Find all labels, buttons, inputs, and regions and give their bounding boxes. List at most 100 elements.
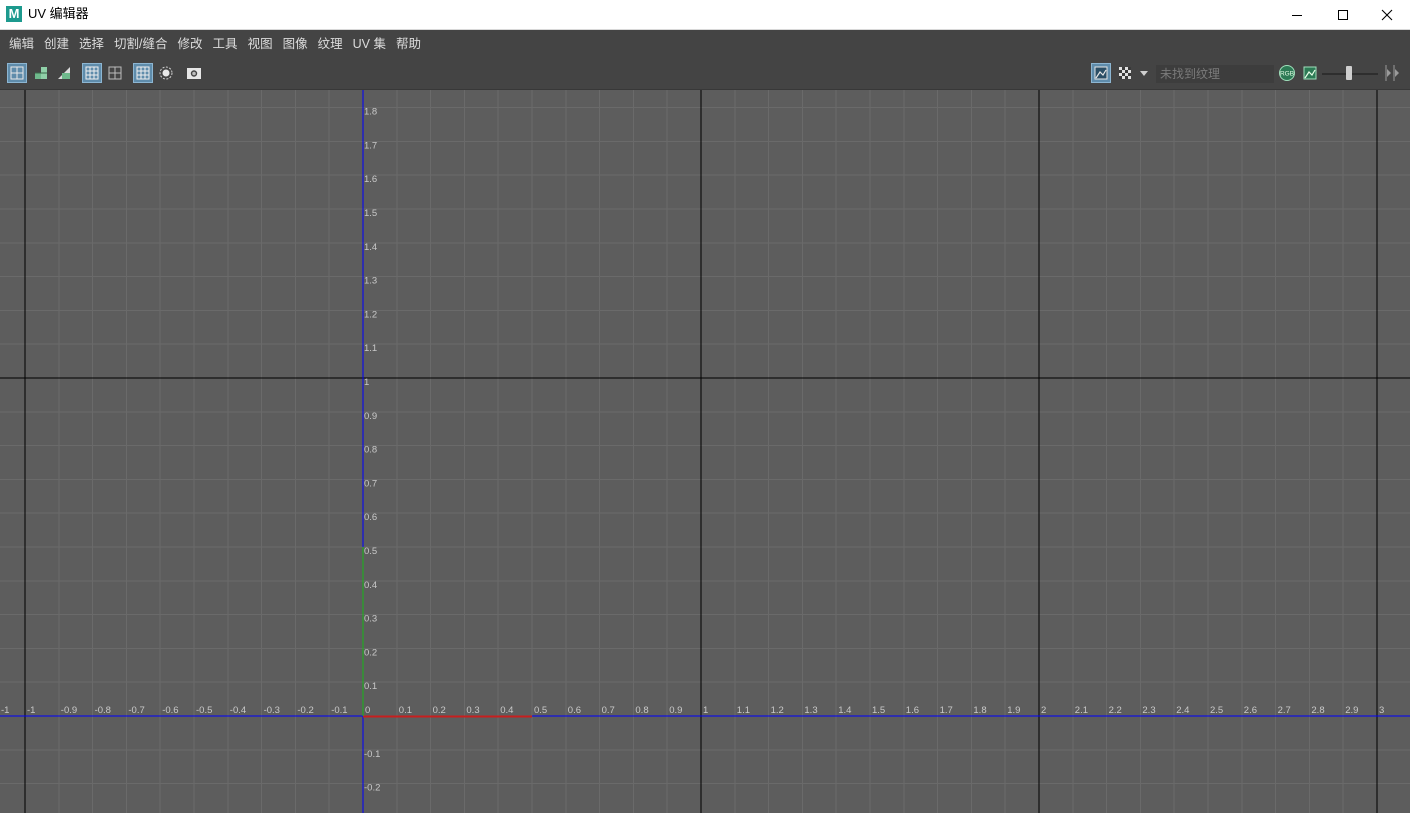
close-icon: [1381, 9, 1393, 20]
u-tick-label: -0.7: [128, 705, 144, 716]
checker-tile-icon: [1119, 67, 1131, 79]
menu-uv-sets[interactable]: UV 集: [348, 30, 391, 58]
u-tick-label: 2.8: [1311, 705, 1324, 716]
grid-view-button[interactable]: [82, 63, 102, 83]
u-tick-label: 0.2: [433, 705, 446, 716]
v-tick-label: 0.7: [364, 478, 377, 489]
menu-edit[interactable]: 编辑: [4, 30, 39, 58]
uv-editor-window: M UV 编辑器 编辑 创建 选择 切割/缝合 修改 工具 视图 图像 纹理 U…: [0, 0, 1410, 813]
uv-grid-canvas[interactable]: -1 -0.9 -0.8 -0.7 -0.6 -0.5 -0.4 -0.3 -0.2 -0.1 0 0…: [0, 90, 1410, 813]
maya-app-icon: M: [6, 6, 22, 22]
v-tick-label: 0.2: [364, 647, 377, 658]
texture-dropdown-button[interactable]: [1137, 63, 1151, 83]
u-tick-label: 0: [365, 705, 370, 716]
uv-shell-down-button[interactable]: [54, 63, 74, 83]
u-tick-label: 0.8: [635, 705, 648, 716]
u-tick-label: 0.9: [669, 705, 682, 716]
u-tick-label: 0.6: [568, 705, 581, 716]
u-tick-label: 1.2: [771, 705, 784, 716]
u-tick-label: 1.5: [872, 705, 885, 716]
u-tick-label: 2.3: [1142, 705, 1155, 716]
u-tick-label: 0.3: [466, 705, 479, 716]
uv-shell-select-icon: [10, 66, 24, 80]
u-tick-label: 2.2: [1109, 705, 1122, 716]
u-tick-label: 2.4: [1176, 705, 1189, 716]
menu-tools[interactable]: 工具: [208, 30, 243, 58]
v-tick-label: 1.1: [364, 343, 377, 354]
v-tick-label: 0.8: [364, 445, 377, 456]
snapshot-camera-icon: [187, 68, 201, 79]
u-tick-label: -1: [27, 705, 35, 716]
uv-shell-select-button[interactable]: [7, 63, 27, 83]
display-image-button[interactable]: [1091, 63, 1111, 83]
u-tick-label: 1: [703, 705, 708, 716]
title-bar: M UV 编辑器: [0, 0, 1410, 30]
u-tick-label: 3: [1379, 705, 1384, 716]
grid-view-icon: [85, 66, 99, 80]
v-tick-label: -0.1: [364, 749, 380, 760]
u-tick-label: 2.1: [1075, 705, 1088, 716]
u-tick-label: -0.6: [162, 705, 178, 716]
checker-tile-button[interactable]: [1115, 63, 1135, 83]
u-tick-label: -0.9: [61, 705, 77, 716]
v-tick-label: 1.7: [364, 140, 377, 151]
menu-view[interactable]: 视图: [243, 30, 278, 58]
radial-select-button[interactable]: [156, 63, 176, 83]
v-tick-label: 0.9: [364, 411, 377, 422]
v-tick-label: 1: [364, 377, 369, 388]
pixel-snap-button[interactable]: [133, 63, 153, 83]
minimize-button[interactable]: [1274, 0, 1320, 29]
panel-expand-button[interactable]: [1382, 63, 1400, 83]
texture-name-field[interactable]: 未找到纹理: [1156, 65, 1274, 83]
exposure-slider-handle[interactable]: [1346, 66, 1352, 80]
u-tick-label: 2.5: [1210, 705, 1223, 716]
grid-toggle-button[interactable]: [105, 63, 125, 83]
u-tick-label: 1.1: [737, 705, 750, 716]
u-tick-label: 0.1: [399, 705, 412, 716]
u-tick-label: 1.3: [804, 705, 817, 716]
u-tick-label: -0.5: [196, 705, 212, 716]
maximize-button[interactable]: [1320, 0, 1366, 29]
uv-shell-up-button[interactable]: [31, 63, 51, 83]
menu-select[interactable]: 选择: [74, 30, 109, 58]
menu-cut-sew[interactable]: 切割/缝合: [109, 30, 172, 58]
v-tick-label: 1.2: [364, 309, 377, 320]
u-tick-label: 2.9: [1345, 705, 1358, 716]
u-tick-label: -0.1: [331, 705, 347, 716]
v-tick-label: 0.6: [364, 512, 377, 523]
v-tick-label: 1.8: [364, 107, 377, 118]
display-image-icon: [1094, 66, 1108, 80]
menu-bar: 编辑 创建 选择 切割/缝合 修改 工具 视图 图像 纹理 UV 集 帮助: [0, 30, 1410, 58]
snapshot-button[interactable]: [184, 63, 204, 83]
v-tick-label: 1.4: [364, 242, 377, 253]
v-tick-label: 1.6: [364, 174, 377, 185]
u-tick-label: 0.4: [500, 705, 513, 716]
close-button[interactable]: [1364, 0, 1410, 29]
grid-toggle-icon: [108, 66, 122, 80]
v-tick-label: 0.4: [364, 580, 377, 591]
menu-modify[interactable]: 修改: [173, 30, 208, 58]
rgb-channels-icon: RGB: [1279, 65, 1295, 81]
menu-create[interactable]: 创建: [39, 30, 74, 58]
u-tick-label: -0.3: [264, 705, 280, 716]
u-tick-label: 0.7: [602, 705, 615, 716]
image-exposure-icon: [1303, 66, 1317, 80]
menu-help[interactable]: 帮助: [391, 30, 426, 58]
v-tick-label: 0.3: [364, 614, 377, 625]
u-tick-label: 1.4: [838, 705, 851, 716]
radial-select-icon: [159, 66, 173, 80]
uv-viewport[interactable]: -1 -0.9 -0.8 -0.7 -0.6 -0.5 -0.4 -0.3 -0.2 -0.1 0 0…: [0, 90, 1410, 813]
u-tick-label: 2.7: [1278, 705, 1291, 716]
u-tick-label: -1: [1, 705, 9, 716]
v-tick-label: 0.1: [364, 681, 377, 692]
maximize-icon: [1338, 9, 1348, 20]
menu-textures[interactable]: 纹理: [313, 30, 348, 58]
rgb-channels-button[interactable]: RGB: [1277, 63, 1297, 83]
v-tick-label: -0.2: [364, 783, 380, 794]
pixel-snap-icon: [136, 66, 150, 80]
rgb-label: RGB: [1280, 71, 1294, 78]
u-tick-label: -0.2: [297, 705, 313, 716]
u-tick-label: -0.8: [95, 705, 111, 716]
menu-image[interactable]: 图像: [278, 30, 313, 58]
image-exposure-button[interactable]: [1300, 63, 1320, 83]
